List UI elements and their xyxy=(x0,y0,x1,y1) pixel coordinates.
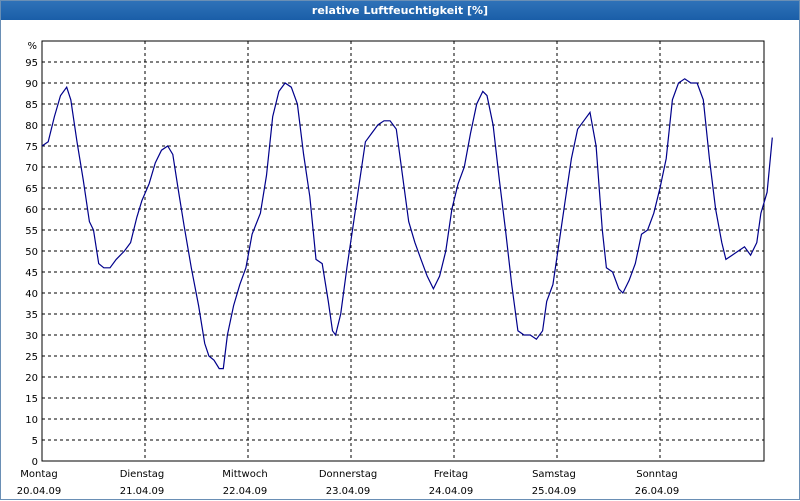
y-tick-label: 75 xyxy=(25,142,38,153)
x-tick-day-label: Dienstag xyxy=(120,469,165,480)
x-tick-day-label: Freitag xyxy=(434,469,468,480)
y-tick-label: 10 xyxy=(25,415,38,426)
x-tick-date-label: 26.04.09 xyxy=(635,486,680,497)
y-tick-label: 45 xyxy=(25,268,38,279)
x-tick-day-label: Samstag xyxy=(532,469,576,480)
y-tick-label: 80 xyxy=(25,121,38,132)
y-tick-label: 65 xyxy=(25,184,38,195)
y-tick-label: 25 xyxy=(25,352,38,363)
x-tick-day-label: Sonntag xyxy=(636,469,678,480)
y-tick-label: 85 xyxy=(25,100,38,111)
y-tick-label: 55 xyxy=(25,226,38,237)
y-axis-ticks: 0 5 10 15 20 25 30 35 40 45 50 55 60 65 70 75 80 85 90 95 xyxy=(25,58,38,468)
x-tick-day-label: Mittwoch xyxy=(222,469,267,480)
y-tick-label: 95 xyxy=(25,58,38,69)
y-tick-label: 0 xyxy=(32,457,38,468)
x-tick-date-label: 24.04.09 xyxy=(429,486,474,497)
y-tick-label: 15 xyxy=(25,394,38,405)
y-tick-label: 30 xyxy=(25,331,38,342)
y-tick-label: 60 xyxy=(25,205,38,216)
x-tick-date-label: 23.04.09 xyxy=(326,486,371,497)
x-tick-date-label: 22.04.09 xyxy=(223,486,268,497)
x-tick-day-label: Montag xyxy=(20,469,57,480)
grid-lines xyxy=(42,41,764,461)
y-tick-label: 70 xyxy=(25,163,38,174)
y-tick-label: 20 xyxy=(25,373,38,384)
x-tick-date-label: 21.04.09 xyxy=(120,486,165,497)
chart-window: relative Luftfeuchtigkeit [%] 0 5 10 15 20 25… xyxy=(0,0,800,500)
y-tick-label: 50 xyxy=(25,247,38,258)
y-tick-label: 40 xyxy=(25,289,38,300)
x-tick-day-label: Donnerstag xyxy=(319,469,377,480)
x-axis-ticks: Montag 20.04.09 Dienstag 21.04.09 Mittwoch 22… xyxy=(17,469,680,497)
humidity-chart: 0 5 10 15 20 25 30 35 40 45 50 55 60 65 70 75 80 85 90 95 M… xyxy=(17,40,773,497)
x-tick-date-label: 20.04.09 xyxy=(17,486,62,497)
x-tick-date-label: 25.04.09 xyxy=(532,486,577,497)
y-axis-label: % xyxy=(27,41,37,52)
y-tick-label: 5 xyxy=(32,436,38,447)
y-tick-label: 90 xyxy=(25,79,38,90)
y-tick-label: 35 xyxy=(25,310,38,321)
